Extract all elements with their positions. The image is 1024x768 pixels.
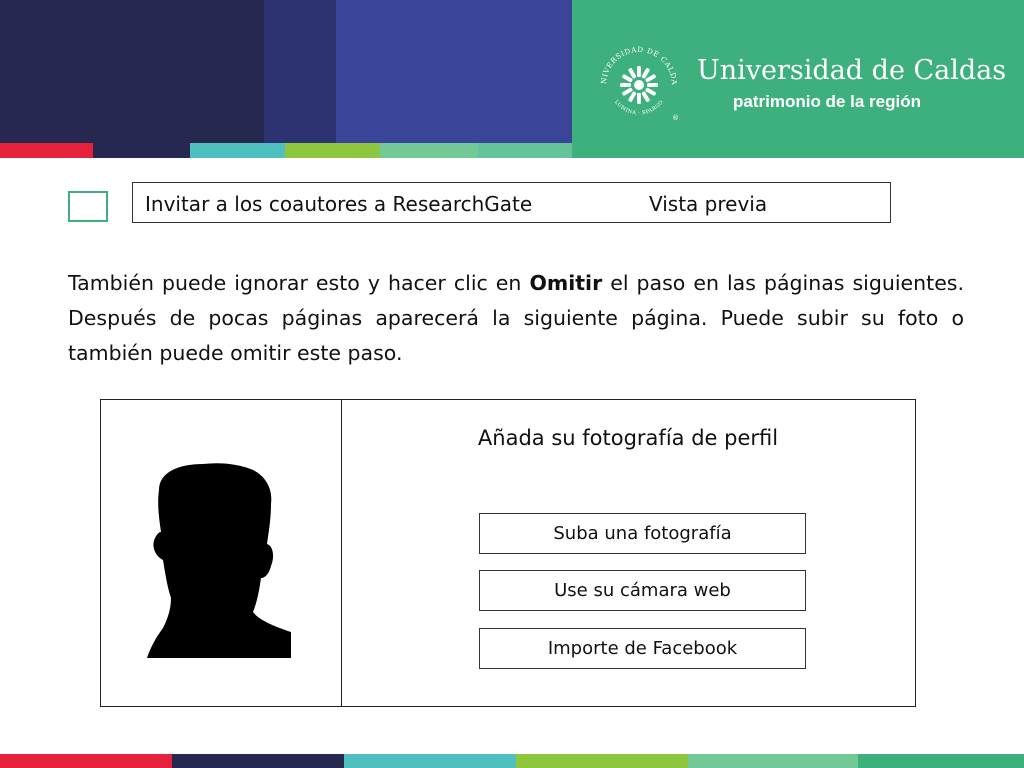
import-facebook-button[interactable]: Importe de Facebook bbox=[479, 628, 806, 669]
use-webcam-button[interactable]: Use su cámara web bbox=[479, 570, 806, 611]
panel-title: Añada su fotografía de perfil bbox=[477, 426, 779, 450]
footer-stripe-navy bbox=[172, 754, 344, 768]
footer-stripe-red bbox=[0, 754, 172, 768]
invite-coauthors-label: Invitar a los coautores a ResearchGate bbox=[145, 192, 533, 216]
invite-coauthors-checkbox[interactable] bbox=[68, 191, 108, 222]
profile-photo-panel: Añada su fotografía de perfil Suba una f… bbox=[100, 399, 916, 707]
header-block-blue bbox=[336, 0, 572, 143]
university-name: Universidad de Caldas bbox=[697, 55, 1007, 86]
stripe-lime bbox=[285, 143, 380, 158]
stripe-navy bbox=[93, 143, 190, 158]
header-block-navy bbox=[264, 0, 336, 143]
stripe-teal bbox=[190, 143, 285, 158]
svg-text:®: ® bbox=[672, 114, 679, 122]
invite-coauthors-bar: Invitar a los coautores a ResearchGate V… bbox=[132, 182, 891, 223]
paragraph-text-before: También puede ignorar esto y hacer clic … bbox=[68, 271, 530, 295]
footer-stripe-mint bbox=[688, 754, 858, 768]
university-seal-logo: UNIVERSIDAD DE CALDAS LUMINA · SPARGO bbox=[596, 42, 679, 122]
omit-keyword: Omitir bbox=[529, 271, 603, 295]
preview-link[interactable]: Vista previa bbox=[649, 192, 767, 216]
stripe-mint-2 bbox=[478, 143, 572, 158]
footer-stripe-teal bbox=[344, 754, 516, 768]
header-band: UNIVERSIDAD DE CALDAS LUMINA · SPARGO bbox=[0, 0, 1024, 158]
svg-text:UNIVERSIDAD DE CALDAS: UNIVERSIDAD DE CALDAS bbox=[596, 42, 679, 86]
profile-silhouette-icon bbox=[147, 463, 291, 658]
footer-stripe-lime bbox=[516, 754, 688, 768]
footer-band bbox=[0, 754, 1024, 768]
header-block-dark-navy bbox=[0, 0, 264, 143]
instruction-paragraph: También puede ignorar esto y hacer clic … bbox=[68, 266, 964, 371]
upload-photo-button[interactable]: Suba una fotografía bbox=[479, 513, 806, 554]
stripe-mint bbox=[380, 143, 478, 158]
footer-stripe-green bbox=[858, 754, 1024, 768]
university-tagline: patrimonio de la región bbox=[733, 92, 921, 111]
stripe-red bbox=[0, 143, 93, 158]
